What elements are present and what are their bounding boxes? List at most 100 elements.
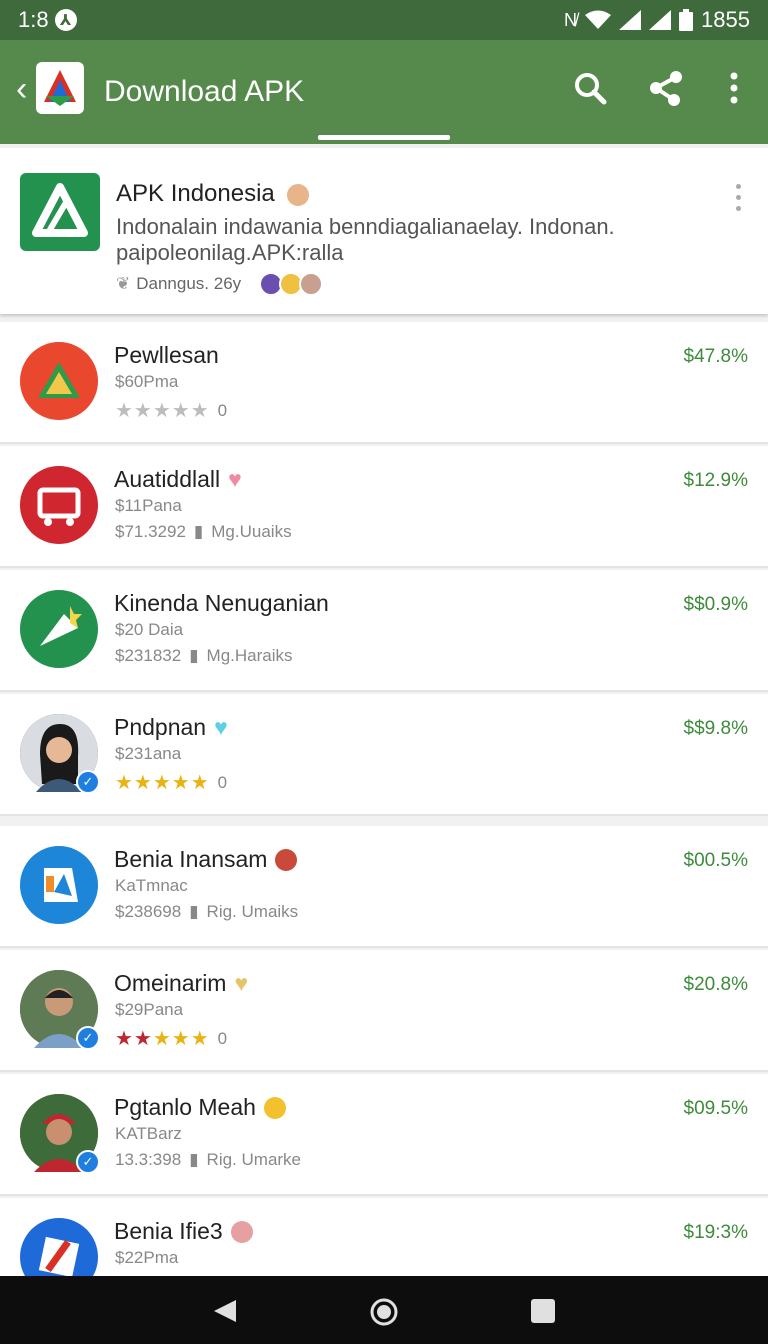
app-sub: $60Pma	[115, 372, 179, 391]
app-rating: ★★★★★ 0	[115, 1026, 227, 1051]
face-emoji-icon	[230, 1220, 253, 1243]
app-name-text: Auatiddlall	[114, 466, 221, 492]
app-name: Benia Ifie3	[114, 1218, 253, 1245]
app-name: Auatiddlall ♥	[114, 466, 242, 493]
app-sub: $231ana	[115, 744, 182, 763]
app-name: Benia Inansam	[114, 846, 298, 873]
recents-nav-icon[interactable]	[530, 1298, 556, 1324]
featured-more-icon[interactable]	[736, 184, 742, 217]
back-nav-icon[interactable]	[212, 1298, 238, 1324]
app-size: $231832	[115, 646, 182, 665]
featured-card[interactable]: APK Indonesia Indonalain indawania bennd…	[0, 148, 768, 314]
avatar: ✓	[20, 1094, 100, 1174]
list-item[interactable]: Auatiddlall ♥ $11Pana $71.3292 ▮ Mg.Uuaik…	[0, 446, 768, 568]
featured-app-name: APK Indonesia	[116, 180, 310, 208]
avatar: ✓	[20, 714, 100, 794]
rating-count: 0	[217, 1028, 228, 1048]
app-name-text: Omeinarim	[114, 970, 227, 996]
heart-emoji-icon: ♥	[228, 466, 242, 492]
rating-count: 0	[217, 400, 228, 420]
lock-icon: ▮	[189, 1150, 199, 1169]
app-name: Kinenda Nenuganian	[114, 590, 329, 617]
app-size: 13.3:398	[115, 1150, 182, 1169]
app-sub: $22Pma	[115, 1248, 179, 1267]
nfc-icon: N̸	[564, 9, 578, 30]
featured-description: Indonalain indawania benndiagalianaelay.…	[116, 214, 615, 265]
app-name-text: Pgtanlo Meah	[114, 1094, 256, 1120]
app-icon	[20, 846, 98, 924]
face-emoji-icon	[263, 1096, 286, 1119]
app-logo	[36, 62, 84, 114]
app-tag: Rig. Umarke	[206, 1150, 302, 1169]
app-price: $19:3%	[683, 1222, 748, 1243]
avatar: ✓	[20, 970, 100, 1050]
star-rating-icon: ★★★★★	[115, 1028, 210, 1050]
app-size: $238698	[115, 902, 182, 921]
notification-icon: ⅄	[54, 9, 77, 31]
heart-emoji-icon: ♥	[214, 714, 228, 740]
list-item[interactable]: ✓ Omeinarim ♥ $29Pana ★★★★★ 0 $20.8%	[0, 950, 768, 1072]
app-meta: 13.3:398 ▮ Rig. Umarke	[115, 1150, 301, 1170]
app-meta: $71.3292 ▮ Mg.Uuaiks	[115, 522, 292, 542]
app-name-text: Kinenda Nenuganian	[114, 590, 329, 616]
app-name: Pndpnan ♥	[114, 714, 228, 741]
verified-icon: ✓	[76, 770, 100, 794]
list-item[interactable]: Kinenda Nenuganian $20 Daia $231832 ▮ Mg…	[0, 570, 768, 692]
back-icon[interactable]: ‹	[16, 72, 27, 106]
lock-icon: ▮	[189, 646, 199, 665]
list-item[interactable]: Benia Inansam KaTmnac $238698 ▮ Rig. Uma…	[0, 826, 768, 948]
app-price: $00.5%	[683, 850, 748, 871]
app-tag: Mg.Haraiks	[206, 646, 293, 665]
app-name-text: Pewllesan	[114, 342, 219, 368]
heart-emoji-icon: ♥	[234, 970, 249, 996]
list-item[interactable]: ✓ Pndpnan ♥ $231ana ★★★★★ 0 $$9.8%	[0, 694, 768, 816]
app-sub: $11Pana	[115, 496, 182, 515]
app-tag: Mg.Uuaiks	[211, 522, 292, 541]
star-rating-icon: ★★★★★	[115, 400, 210, 422]
app-tag: Rig. Umaiks	[206, 902, 299, 921]
verified-icon: ✓	[76, 1026, 100, 1050]
app-name-text: Benia Inansam	[114, 846, 268, 872]
app-price: $12.9%	[683, 470, 748, 491]
featured-name-text: APK Indonesia	[116, 180, 275, 207]
face-emoji-icon	[287, 183, 310, 206]
rating-count: 0	[217, 772, 228, 792]
system-nav-bar	[0, 1276, 768, 1344]
face-emoji-icon	[275, 848, 298, 871]
search-icon[interactable]	[572, 70, 608, 106]
app-bar-title: Download APK	[104, 75, 305, 108]
app-sub: KaTmnac	[115, 876, 188, 895]
signal-icon	[619, 10, 642, 30]
app-rating: ★★★★★ 0	[115, 398, 227, 423]
star-rating-icon: ★★★★★	[115, 772, 210, 794]
app-bar: ‹ Download APK	[0, 40, 768, 144]
app-meta: $238698 ▮ Rig. Umaiks	[115, 902, 298, 922]
tab-indicator	[318, 135, 450, 140]
list-item[interactable]: ✓ Pgtanlo Meah KATBarz 13.3:398 ▮ Rig. U…	[0, 1074, 768, 1196]
signal-icon-2	[649, 10, 672, 30]
lock-icon: ▮	[193, 522, 204, 541]
app-name: Omeinarim ♥	[114, 970, 248, 997]
status-right-text: 1855	[701, 7, 750, 32]
featured-app-icon	[20, 173, 100, 251]
app-meta: $231832 ▮ Mg.Haraiks	[115, 646, 293, 666]
lock-icon: ▮	[189, 902, 199, 921]
app-name: Pgtanlo Meah	[114, 1094, 286, 1121]
home-nav-icon[interactable]	[370, 1298, 398, 1326]
featured-meta-text: Danngus. 26y	[136, 274, 242, 293]
more-vert-icon[interactable]	[716, 70, 752, 106]
app-sub: KATBarz	[115, 1124, 182, 1143]
app-icon	[20, 590, 98, 668]
status-time: 1:8	[18, 7, 49, 32]
reaction-avatars	[259, 272, 324, 296]
app-price: $47.8%	[683, 346, 748, 367]
app-price: $$0.9%	[683, 594, 748, 615]
app-icon	[20, 466, 98, 544]
app-rating: ★★★★★ 0	[115, 770, 227, 795]
app-name-text: Benia Ifie3	[114, 1218, 223, 1244]
featured-meta: ❦ Danngus. 26y	[116, 272, 324, 296]
app-icon	[20, 342, 98, 420]
share-icon[interactable]	[648, 70, 684, 106]
list-item[interactable]: Pewllesan $60Pma ★★★★★ 0 $47.8%	[0, 322, 768, 444]
leaf-icon: ❦	[116, 274, 131, 293]
